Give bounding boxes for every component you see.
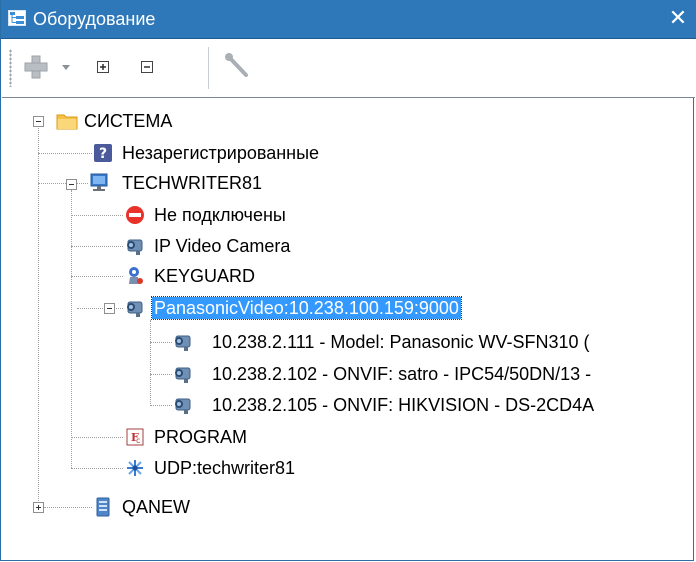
- network-icon: [127, 460, 143, 476]
- toolbar: [2, 39, 695, 98]
- node-label: Не подключены: [154, 205, 286, 225]
- toolbar-separator: [208, 47, 209, 89]
- node-label: IP Video Camera: [154, 236, 291, 256]
- equipment-tree: СИСТЕМА ? Незарегистрированные TECHWRITE…: [2, 98, 694, 560]
- tree-node-camera-1[interactable]: 10.238.2.111 - Model: Panasonic WV-SFN31…: [2, 327, 694, 357]
- tree-node-camera-3[interactable]: 10.238.2.105 - ONVIF: HIKVISION - DS-2CD…: [2, 390, 694, 420]
- keyguard-icon: [129, 267, 143, 284]
- camera-icon: [127, 301, 143, 317]
- camera-icon: [175, 335, 191, 351]
- svg-text:?: ?: [99, 146, 107, 162]
- tree-node-camera-2[interactable]: 10.238.2.102 - ONVIF: satro - IPC54/50DN…: [2, 359, 694, 389]
- node-label: 10.238.2.105 - ONVIF: HIKVISION - DS-2CD…: [212, 395, 595, 415]
- node-label-selected: PanasonicVideo:10.238.100.159:9000: [151, 296, 462, 320]
- node-label: PROGRAM: [154, 427, 248, 447]
- tree-window-icon: [8, 10, 26, 26]
- tree-node-ip-camera[interactable]: IP Video Camera: [2, 231, 602, 261]
- node-label: 10.238.2.111 - Model: Panasonic WV-SFN31…: [212, 332, 590, 352]
- title-bar: Оборудование ✕: [1, 0, 696, 39]
- collapse-toggle[interactable]: [66, 179, 77, 190]
- program-icon: F c: [126, 428, 144, 446]
- tree-node-udp[interactable]: UDP:techwriter81: [2, 453, 602, 483]
- question-icon: ?: [94, 144, 112, 162]
- equipment-window: Оборудование ✕ СИСТЕМА ? Незарегистриров…: [0, 0, 696, 561]
- expand-all-icon: [97, 61, 109, 73]
- camera-icon: [175, 367, 191, 383]
- folder-icon: [56, 114, 78, 130]
- tree-node-not-connected[interactable]: Не подключены: [2, 200, 602, 230]
- no-entry-icon: [126, 206, 144, 224]
- tree-node-panasonic-video[interactable]: PanasonicVideo:10.238.100.159:9000: [2, 293, 602, 323]
- add-device-button[interactable]: [22, 53, 80, 81]
- server-icon: [96, 497, 110, 517]
- settings-tool-button[interactable]: [220, 53, 256, 81]
- node-label: KEYGUARD: [154, 266, 256, 286]
- tree-node-keyguard[interactable]: KEYGUARD: [2, 261, 602, 291]
- settings-tool-icon: [225, 53, 248, 77]
- collapse-toggle[interactable]: [104, 303, 115, 314]
- node-label: TECHWRITER81: [122, 173, 263, 193]
- node-label: QANEW: [122, 497, 191, 517]
- close-icon: ✕: [668, 5, 688, 30]
- node-label: Незарегистрированные: [122, 143, 320, 163]
- tree-node-qanew[interactable]: QANEW: [2, 492, 602, 522]
- node-label: СИСТЕМА: [84, 111, 173, 131]
- tree-node-computer[interactable]: TECHWRITER81: [2, 168, 602, 198]
- expand-toggle[interactable]: [33, 502, 44, 513]
- collapse-toggle[interactable]: [33, 116, 44, 127]
- tree-node-unregistered[interactable]: ? Незарегистрированные: [2, 138, 602, 168]
- collapse-all-button[interactable]: [134, 53, 160, 81]
- computer-icon: [90, 173, 108, 191]
- close-button[interactable]: ✕: [667, 6, 689, 30]
- camera-icon: [127, 239, 143, 255]
- collapse-all-icon: [141, 61, 153, 73]
- tree-node-system[interactable]: СИСТЕМА: [2, 106, 602, 136]
- node-label: UDP:techwriter81: [154, 458, 296, 478]
- camera-icon: [175, 398, 191, 414]
- toolbar-grip[interactable]: [9, 49, 12, 87]
- expand-all-button[interactable]: [90, 53, 116, 81]
- node-label: 10.238.2.102 - ONVIF: satro - IPC54/50DN…: [212, 364, 592, 384]
- tree-node-program[interactable]: F c PROGRAM: [2, 422, 602, 452]
- window-title: Оборудование: [33, 9, 156, 29]
- svg-text:c: c: [136, 436, 140, 445]
- add-device-icon: [24, 55, 70, 79]
